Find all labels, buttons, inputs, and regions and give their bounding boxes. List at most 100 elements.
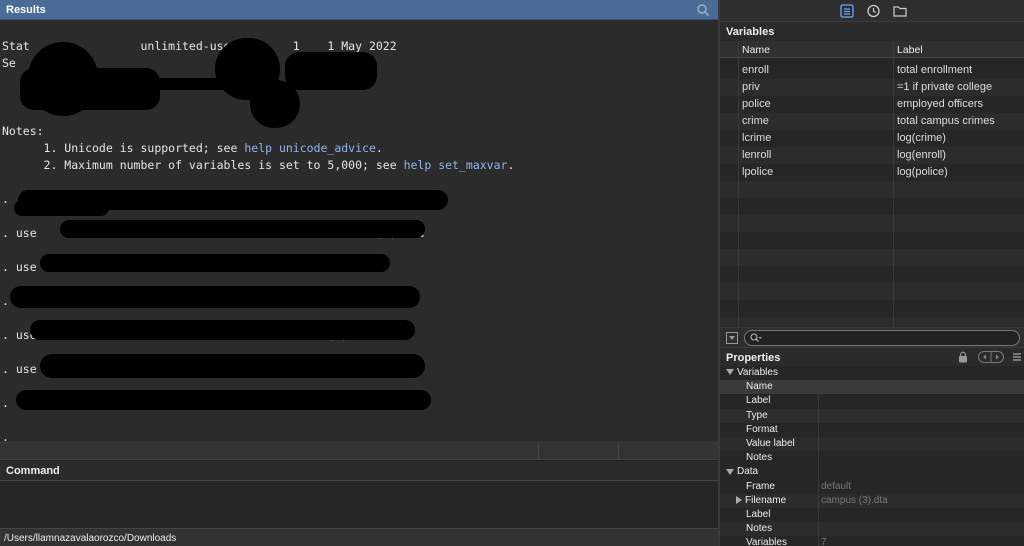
section-label: Variables <box>737 367 778 378</box>
empty-row <box>720 283 1024 300</box>
section-label: Data <box>737 466 759 478</box>
property-row[interactable]: Label <box>720 394 1024 408</box>
property-key: Format <box>746 423 778 435</box>
table-row[interactable]: enroll total enrollment <box>720 62 1024 79</box>
results-window-header: Results <box>0 0 718 20</box>
empty-row <box>720 300 1024 317</box>
results-horizontal-scrollbar[interactable] <box>0 442 718 460</box>
property-value: campus (3).dta <box>821 494 888 506</box>
table-row[interactable]: police employed officers <box>720 96 1024 113</box>
variables-panel-icon[interactable] <box>839 3 855 19</box>
variables-filter-bar <box>720 327 1024 347</box>
results-output[interactable]: Stat unlimited-user 1 1 May 2022 Se Note… <box>0 20 718 442</box>
table-row[interactable]: lpolice log(police) <box>720 164 1024 181</box>
redaction-scribble <box>40 254 390 272</box>
property-row[interactable]: Notes <box>720 522 1024 537</box>
working-directory-path: /Users/llamnazavalaorozco/Downloads <box>4 533 177 544</box>
search-icon[interactable] <box>696 3 710 17</box>
search-icon <box>750 333 762 342</box>
property-row[interactable]: Type <box>720 408 1024 423</box>
property-row[interactable]: Format <box>720 423 1024 437</box>
variable-name: lpolice <box>742 166 774 178</box>
redaction-scribble <box>16 390 431 410</box>
prev-next-arrows-icon[interactable] <box>978 351 1004 363</box>
redaction-scribble <box>80 78 280 90</box>
property-value: 7 <box>821 537 827 546</box>
status-bar: /Users/llamnazavalaorozco/Downloads <box>0 528 718 546</box>
variable-label: log(police) <box>897 166 948 178</box>
properties-section-variables[interactable]: Variables <box>720 366 1024 380</box>
variable-label: employed officers <box>897 98 984 110</box>
variable-name: police <box>742 98 771 110</box>
empty-row <box>720 232 1024 249</box>
table-row[interactable]: lenroll log(enroll) <box>720 147 1024 164</box>
variable-label: =1 if private college <box>897 81 993 93</box>
set-maxvar-link[interactable]: help set_maxvar <box>404 158 508 172</box>
property-row[interactable]: Filename campus (3).dta <box>720 493 1024 508</box>
history-icon[interactable] <box>865 3 881 19</box>
variable-label: total enrollment <box>897 64 973 76</box>
column-header-name[interactable]: Name <box>742 44 892 56</box>
right-pane-toolbar <box>720 0 1024 22</box>
column-divider[interactable] <box>893 41 894 327</box>
variable-name: lenroll <box>742 149 772 161</box>
property-row[interactable]: Value label <box>720 437 1024 452</box>
variable-label: log(crime) <box>897 132 946 144</box>
variables-table[interactable]: Name Label enroll total enrollment priv … <box>720 41 1024 327</box>
empty-row <box>720 215 1024 232</box>
properties-title: Properties <box>726 352 781 364</box>
redaction-scribble <box>30 320 415 340</box>
results-title: Results <box>6 4 46 16</box>
variable-label: log(enroll) <box>897 149 946 161</box>
property-key: Label <box>746 509 771 520</box>
property-key: Label <box>746 395 771 407</box>
redaction-scribble <box>60 220 425 238</box>
note-2-suffix: . <box>507 158 515 172</box>
empty-row <box>720 266 1024 283</box>
properties-panel-header: Properties <box>720 347 1024 366</box>
command-input[interactable] <box>0 481 718 528</box>
results-line <box>2 174 716 191</box>
folder-icon[interactable] <box>892 3 908 19</box>
filter-icon[interactable] <box>726 332 738 344</box>
redaction-scribble <box>40 354 425 378</box>
property-key: Name <box>746 381 773 393</box>
collapse-triangle-icon[interactable] <box>726 468 734 475</box>
variable-name: priv <box>742 81 760 93</box>
properties-section-data[interactable]: Data <box>720 465 1024 479</box>
variables-panel-header: Variables <box>720 22 1024 41</box>
note-1-text: 1. Unicode is supported; see <box>2 141 245 155</box>
redaction-scribble <box>14 200 109 216</box>
menu-icon[interactable] <box>1012 351 1022 363</box>
variables-filter-input[interactable] <box>744 330 1020 346</box>
unicode-advice-link[interactable]: help unicode_advice <box>244 141 376 155</box>
variable-name: crime <box>742 115 769 127</box>
property-row[interactable]: Frame default <box>720 480 1024 494</box>
column-divider <box>738 41 739 327</box>
property-key: Notes <box>746 523 773 535</box>
column-header-label[interactable]: Label <box>897 44 1022 56</box>
table-row[interactable]: crime total campus crimes <box>720 113 1024 130</box>
results-line: . <box>2 430 9 442</box>
collapse-triangle-icon[interactable] <box>726 369 734 376</box>
results-line: Notes: <box>2 124 44 138</box>
properties-grid[interactable]: Variables Name Label Type Format Value l… <box>720 366 1024 546</box>
command-title: Command <box>6 465 60 477</box>
property-row[interactable]: Name <box>720 380 1024 395</box>
property-row[interactable]: Notes <box>720 451 1024 465</box>
lock-icon[interactable] <box>958 351 968 363</box>
property-key: Notes <box>746 452 773 464</box>
results-note-2: 2. Maximum number of variables is set to… <box>2 157 716 174</box>
property-key: Frame <box>746 480 775 492</box>
empty-row <box>720 249 1024 266</box>
property-key: Value label <box>746 438 795 449</box>
variables-table-header: Name Label <box>720 41 1024 58</box>
table-row[interactable]: priv =1 if private college <box>720 79 1024 96</box>
property-row[interactable]: Label <box>720 508 1024 522</box>
table-row[interactable]: lcrime log(crime) <box>720 130 1024 147</box>
property-row[interactable]: Variables 7 <box>720 536 1024 546</box>
expand-triangle-icon[interactable] <box>736 496 742 505</box>
results-note-1: 1. Unicode is supported; see help unicod… <box>2 140 716 157</box>
empty-row <box>720 317 1024 327</box>
variable-label: total campus crimes <box>897 115 995 127</box>
